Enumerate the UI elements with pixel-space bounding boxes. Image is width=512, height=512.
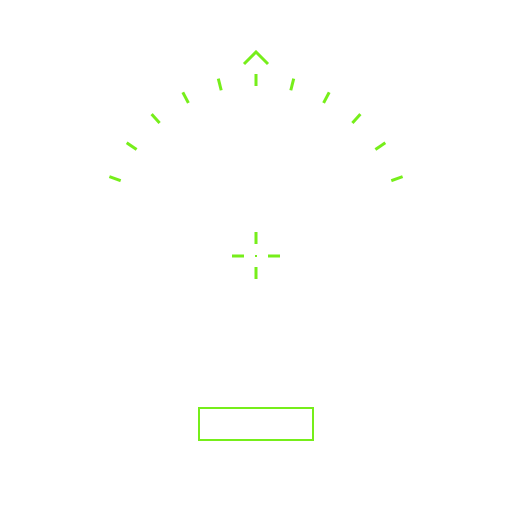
heading-tick <box>108 175 122 183</box>
heading-arc <box>108 74 404 183</box>
heading-tick <box>289 78 296 91</box>
heading-tick <box>216 78 223 91</box>
heading-tick <box>150 113 161 125</box>
heading-tick <box>125 141 138 151</box>
crosshair-icon <box>232 232 280 279</box>
heading-tick <box>322 91 331 104</box>
heading-chevron-icon <box>242 49 270 66</box>
heading-tick <box>181 91 190 104</box>
heading-tick <box>351 113 362 125</box>
heading-tick <box>374 141 387 151</box>
crosshair-center-dot <box>255 255 257 257</box>
status-box <box>198 407 314 441</box>
heading-tick <box>390 175 404 183</box>
game-hud <box>0 0 512 512</box>
